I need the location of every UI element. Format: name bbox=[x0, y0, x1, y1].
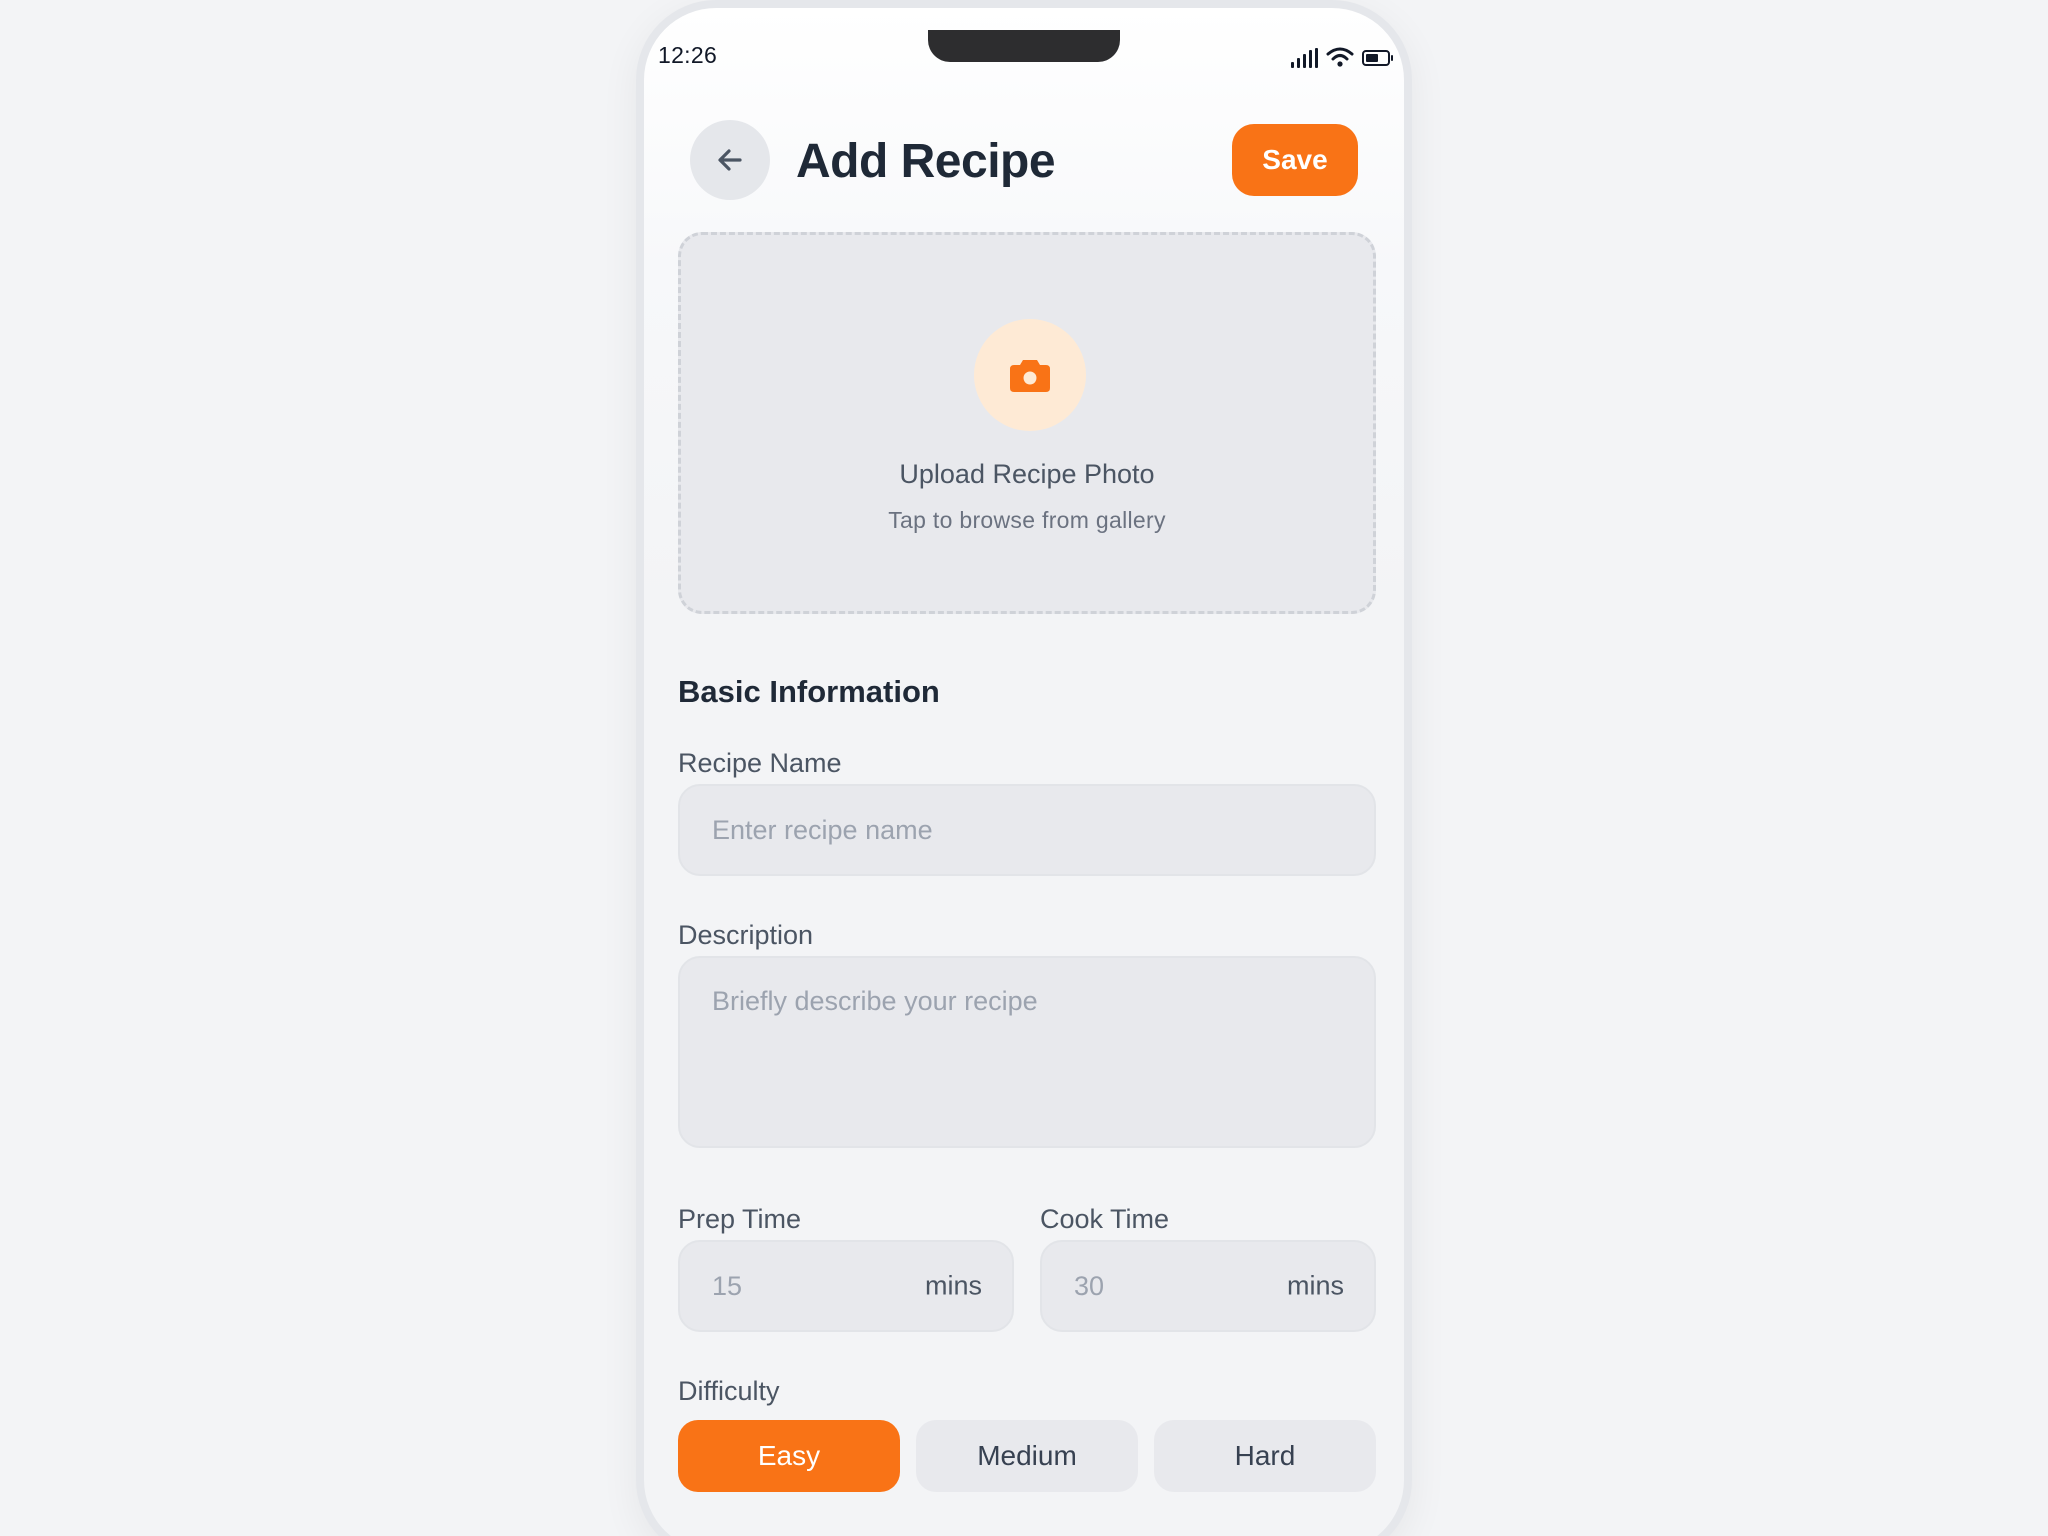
description-placeholder: Briefly describe your recipe bbox=[712, 986, 1038, 1016]
recipe-name-input[interactable]: Enter recipe name bbox=[678, 784, 1376, 876]
status-time: 12:26 bbox=[658, 42, 718, 68]
signal-icon bbox=[1291, 48, 1318, 68]
camera-icon-badge bbox=[974, 319, 1086, 431]
prep-time-placeholder: 15 bbox=[712, 1270, 743, 1301]
difficulty-option-hard[interactable]: Hard bbox=[1154, 1420, 1376, 1492]
photo-upload-area[interactable]: Upload Recipe Photo Tap to browse from g… bbox=[678, 232, 1376, 614]
stage: 12:26 Add Recipe Save Upload Recipe Phot… bbox=[0, 0, 2048, 1536]
cook-time-label: Cook Time bbox=[1040, 1204, 1170, 1234]
page-title: Add Recipe bbox=[796, 135, 1056, 188]
camera-icon bbox=[1010, 360, 1050, 392]
cook-time-input[interactable]: 30 mins bbox=[1040, 1240, 1376, 1332]
back-arrow-icon bbox=[718, 149, 742, 171]
upload-subtitle: Tap to browse from gallery bbox=[888, 507, 1166, 533]
description-textarea[interactable]: Briefly describe your recipe bbox=[678, 956, 1376, 1148]
prep-time-unit: mins bbox=[924, 1270, 982, 1301]
back-button[interactable] bbox=[690, 120, 770, 200]
phone-screen: 12:26 Add Recipe Save Upload Recipe Phot… bbox=[644, 8, 1404, 1536]
phone-frame: 12:26 Add Recipe Save Upload Recipe Phot… bbox=[636, 0, 1412, 1536]
wifi-icon bbox=[1326, 47, 1354, 67]
notch bbox=[928, 30, 1120, 62]
battery-icon bbox=[1362, 50, 1393, 66]
prep-time-input[interactable]: 15 mins bbox=[678, 1240, 1014, 1332]
upload-title: Upload Recipe Photo bbox=[899, 459, 1155, 489]
difficulty-label: Difficulty bbox=[678, 1376, 780, 1406]
difficulty-option-easy[interactable]: Easy bbox=[678, 1420, 900, 1492]
save-button[interactable]: Save bbox=[1232, 124, 1358, 196]
prep-time-label: Prep Time bbox=[678, 1204, 802, 1234]
cook-time-unit: mins bbox=[1286, 1270, 1344, 1301]
difficulty-option-medium[interactable]: Medium bbox=[916, 1420, 1138, 1492]
recipe-name-placeholder: Enter recipe name bbox=[712, 814, 933, 845]
description-label: Description bbox=[678, 920, 814, 950]
recipe-name-label: Recipe Name bbox=[678, 748, 842, 778]
section-heading: Basic Information bbox=[678, 674, 940, 709]
status-icons bbox=[1291, 44, 1393, 68]
cook-time-placeholder: 30 bbox=[1074, 1270, 1105, 1301]
